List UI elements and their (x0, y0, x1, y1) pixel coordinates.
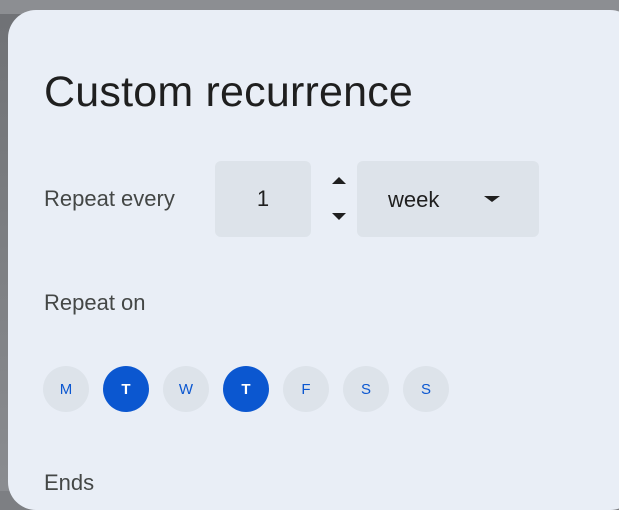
day-toggle-sunday[interactable]: S (403, 366, 449, 412)
repeat-interval-input[interactable]: 1 (215, 161, 311, 237)
repeat-interval-stepper[interactable] (326, 170, 352, 230)
day-toggle-wednesday[interactable]: W (163, 366, 209, 412)
day-toggle-saturday[interactable]: S (343, 366, 389, 412)
ends-label: Ends (44, 470, 95, 495)
dialog-title: Custom recurrence (44, 68, 414, 116)
repeat-unit-value: week (388, 187, 440, 212)
caret-down-icon (484, 196, 500, 202)
custom-recurrence-dialog: Custom recurrence Repeat every 1 week Re… (8, 10, 619, 510)
day-toggle-monday[interactable]: M (43, 366, 89, 412)
arrow-down-icon[interactable] (332, 213, 346, 220)
day-toggle-friday[interactable]: F (283, 366, 329, 412)
day-toggle-thursday[interactable]: T (223, 366, 269, 412)
repeat-on-label: Repeat on (44, 290, 146, 315)
arrow-up-icon[interactable] (332, 177, 346, 184)
repeat-unit-select[interactable]: week (357, 161, 539, 237)
day-toggle-tuesday[interactable]: T (103, 366, 149, 412)
repeat-interval-value: 1 (256, 186, 270, 211)
repeat-every-label: Repeat every (44, 186, 175, 211)
